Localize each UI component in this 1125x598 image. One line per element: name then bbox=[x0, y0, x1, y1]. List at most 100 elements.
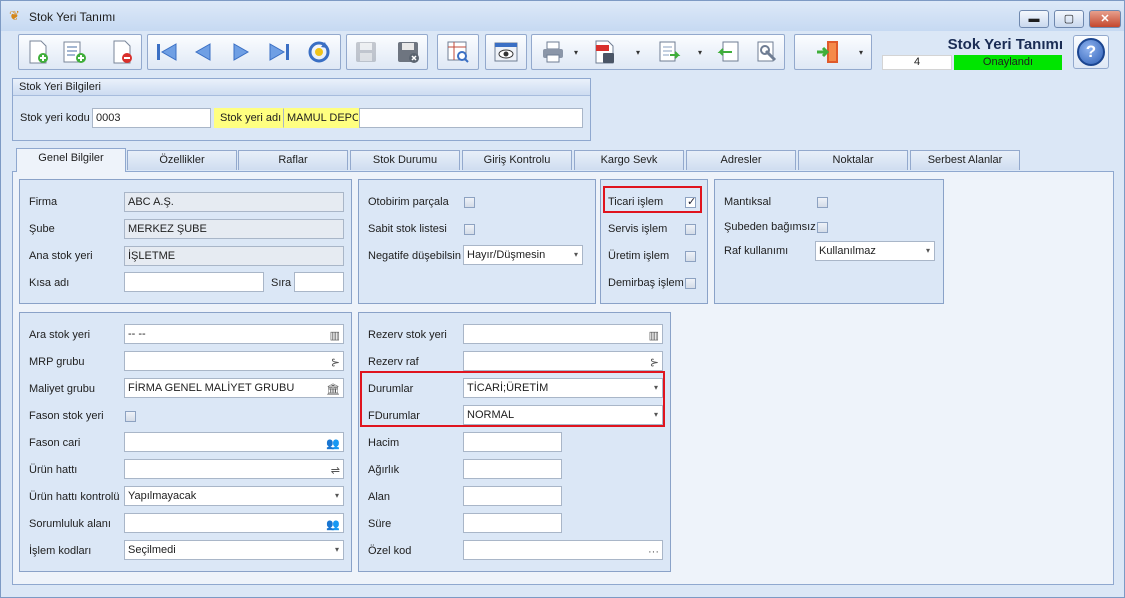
save-close-button[interactable] bbox=[393, 37, 423, 67]
order-input[interactable] bbox=[294, 272, 344, 292]
order-label: Sıra bbox=[271, 277, 292, 289]
auto-unit-checkbox[interactable] bbox=[464, 197, 475, 208]
special-code-label: Özel kod bbox=[368, 545, 412, 557]
reserve-box: Rezerv stok yeri ▥ Rezerv raf ⊱ Durumlar… bbox=[358, 312, 671, 572]
maximize-button[interactable]: ▢ bbox=[1054, 10, 1084, 28]
tab-entry-control[interactable]: Giriş Kontrolu bbox=[462, 150, 572, 170]
add-list-icon bbox=[63, 41, 86, 63]
new-record-button[interactable] bbox=[23, 37, 53, 67]
chevron-down-icon: ▾ bbox=[334, 545, 339, 554]
line-icon[interactable]: ⇌ bbox=[331, 462, 340, 478]
production-checkbox[interactable] bbox=[685, 251, 696, 262]
tab-shelves[interactable]: Raflar bbox=[238, 150, 348, 170]
next-record-button[interactable] bbox=[226, 37, 256, 67]
delete-record-button[interactable] bbox=[107, 37, 137, 67]
details-box: Ara stok yeri -- -- ▥ MRP grubu ⊱ Maliyet… bbox=[19, 312, 352, 572]
previous-record-button[interactable] bbox=[188, 37, 218, 67]
logical-label: Mantıksal bbox=[724, 196, 772, 208]
toolbar-group-report bbox=[437, 34, 479, 70]
save-button[interactable] bbox=[351, 37, 381, 67]
service-checkbox[interactable] bbox=[685, 224, 696, 235]
volume-input[interactable] bbox=[463, 432, 562, 452]
close-button[interactable]: ✕ bbox=[1089, 10, 1121, 28]
fixed-stock-checkbox[interactable] bbox=[464, 224, 475, 235]
subcontract-stock-checkbox[interactable] bbox=[125, 411, 136, 422]
reserve-stock-label: Rezerv stok yeri bbox=[368, 329, 447, 341]
responsibility-label: Sorumluluk alanı bbox=[29, 518, 111, 530]
tab-free-fields[interactable]: Serbest Alanlar bbox=[910, 150, 1020, 170]
branch-independent-checkbox[interactable] bbox=[817, 222, 828, 233]
app-title: Stok Yeri Tanımı bbox=[947, 36, 1063, 53]
toolbar-group-view bbox=[485, 34, 527, 70]
chevron-down-icon: ▾ bbox=[334, 491, 339, 500]
product-line-control-select[interactable]: Yapılmayacak ▾ bbox=[124, 486, 344, 506]
import-button[interactable] bbox=[714, 37, 744, 67]
pdf-export-button[interactable] bbox=[590, 37, 620, 67]
help-button[interactable]: ? bbox=[1073, 35, 1109, 69]
stock-name-input-highlight[interactable]: MAMUL DEPO bbox=[283, 108, 359, 128]
refresh-icon bbox=[308, 41, 330, 63]
ellipsis-icon[interactable]: ··· bbox=[648, 543, 659, 559]
calendar-icon[interactable]: ▥ bbox=[330, 327, 340, 343]
report-search-button[interactable] bbox=[443, 37, 473, 67]
main-stock-label: Ana stok yeri bbox=[29, 250, 93, 262]
tab-features[interactable]: Özellikler bbox=[127, 150, 237, 170]
subcontract-account-input[interactable]: 👥 bbox=[124, 432, 344, 452]
shelf-usage-select[interactable]: Kullanılmaz ▾ bbox=[815, 241, 935, 261]
reserve-stock-input[interactable]: ▥ bbox=[463, 324, 663, 344]
toolbar-group-exit: ▾ bbox=[794, 34, 872, 70]
print-dropdown-icon[interactable]: ▾ bbox=[574, 49, 581, 57]
short-name-input[interactable] bbox=[124, 272, 264, 292]
area-input[interactable] bbox=[463, 486, 562, 506]
calendar-icon[interactable]: ▥ bbox=[649, 327, 659, 343]
refresh-button[interactable] bbox=[304, 37, 334, 67]
negative-select[interactable]: Hayır/Düşmesin ▾ bbox=[463, 245, 583, 265]
tab-stock-status[interactable]: Stok Durumu bbox=[350, 150, 460, 170]
stock-name-input[interactable] bbox=[359, 108, 583, 128]
print-button[interactable] bbox=[538, 37, 568, 67]
preview-button[interactable] bbox=[491, 37, 521, 67]
pdf-dropdown-icon[interactable]: ▾ bbox=[636, 49, 643, 57]
reserve-shelf-label: Rezerv raf bbox=[368, 356, 419, 368]
special-code-input[interactable]: ··· bbox=[463, 540, 663, 560]
tree-icon[interactable]: ⊱ bbox=[650, 354, 659, 370]
mrp-input[interactable]: ⊱ bbox=[124, 351, 344, 371]
floppy-save-icon bbox=[356, 42, 376, 62]
responsibility-input[interactable]: 👥 bbox=[124, 513, 344, 533]
fixed-asset-label: Demirbaş işlem bbox=[608, 277, 684, 289]
operation-codes-select[interactable]: Seçilmedi ▾ bbox=[124, 540, 344, 560]
tools-button[interactable] bbox=[752, 37, 782, 67]
first-record-button[interactable] bbox=[152, 37, 182, 67]
people-icon[interactable]: 👥 bbox=[326, 516, 340, 532]
sub-stock-label: Ara stok yeri bbox=[29, 329, 91, 341]
duration-input[interactable] bbox=[463, 513, 562, 533]
tab-general[interactable]: Genel Bilgiler bbox=[16, 148, 126, 172]
cost-group-input[interactable]: FİRMA GENEL MALİYET GRUBU 🏛 bbox=[124, 378, 344, 398]
stock-code-input[interactable]: 0003 bbox=[92, 108, 211, 128]
bank-icon[interactable]: 🏛 bbox=[326, 381, 340, 397]
logical-checkbox[interactable] bbox=[817, 197, 828, 208]
stock-location-info-group: Stok Yeri Bilgileri Stok yeri kodu 0003 … bbox=[12, 78, 591, 141]
exit-button[interactable] bbox=[813, 37, 843, 67]
tab-addresses[interactable]: Adresler bbox=[686, 150, 796, 170]
fixed-asset-checkbox[interactable] bbox=[685, 278, 696, 289]
export-button[interactable] bbox=[654, 37, 684, 67]
tab-points[interactable]: Noktalar bbox=[798, 150, 908, 170]
toolbar-group-records bbox=[18, 34, 142, 70]
previous-icon bbox=[194, 43, 211, 61]
exit-dropdown-icon[interactable]: ▾ bbox=[859, 49, 866, 57]
people-icon[interactable]: 👥 bbox=[326, 435, 340, 451]
last-record-button[interactable] bbox=[264, 37, 294, 67]
minimize-button[interactable]: ▬ bbox=[1019, 10, 1049, 28]
export-dropdown-icon[interactable]: ▾ bbox=[698, 49, 705, 57]
tab-cargo[interactable]: Kargo Sevk bbox=[574, 150, 684, 170]
reserve-shelf-input[interactable]: ⊱ bbox=[463, 351, 663, 371]
product-line-input[interactable]: ⇌ bbox=[124, 459, 344, 479]
sub-stock-input[interactable]: -- -- ▥ bbox=[124, 324, 344, 344]
printer-icon bbox=[543, 41, 563, 63]
tree-icon[interactable]: ⊱ bbox=[331, 354, 340, 370]
cost-group-label: Maliyet grubu bbox=[29, 383, 96, 395]
weight-input[interactable] bbox=[463, 459, 562, 479]
mrp-label: MRP grubu bbox=[29, 356, 85, 368]
add-record-button[interactable] bbox=[59, 37, 89, 67]
